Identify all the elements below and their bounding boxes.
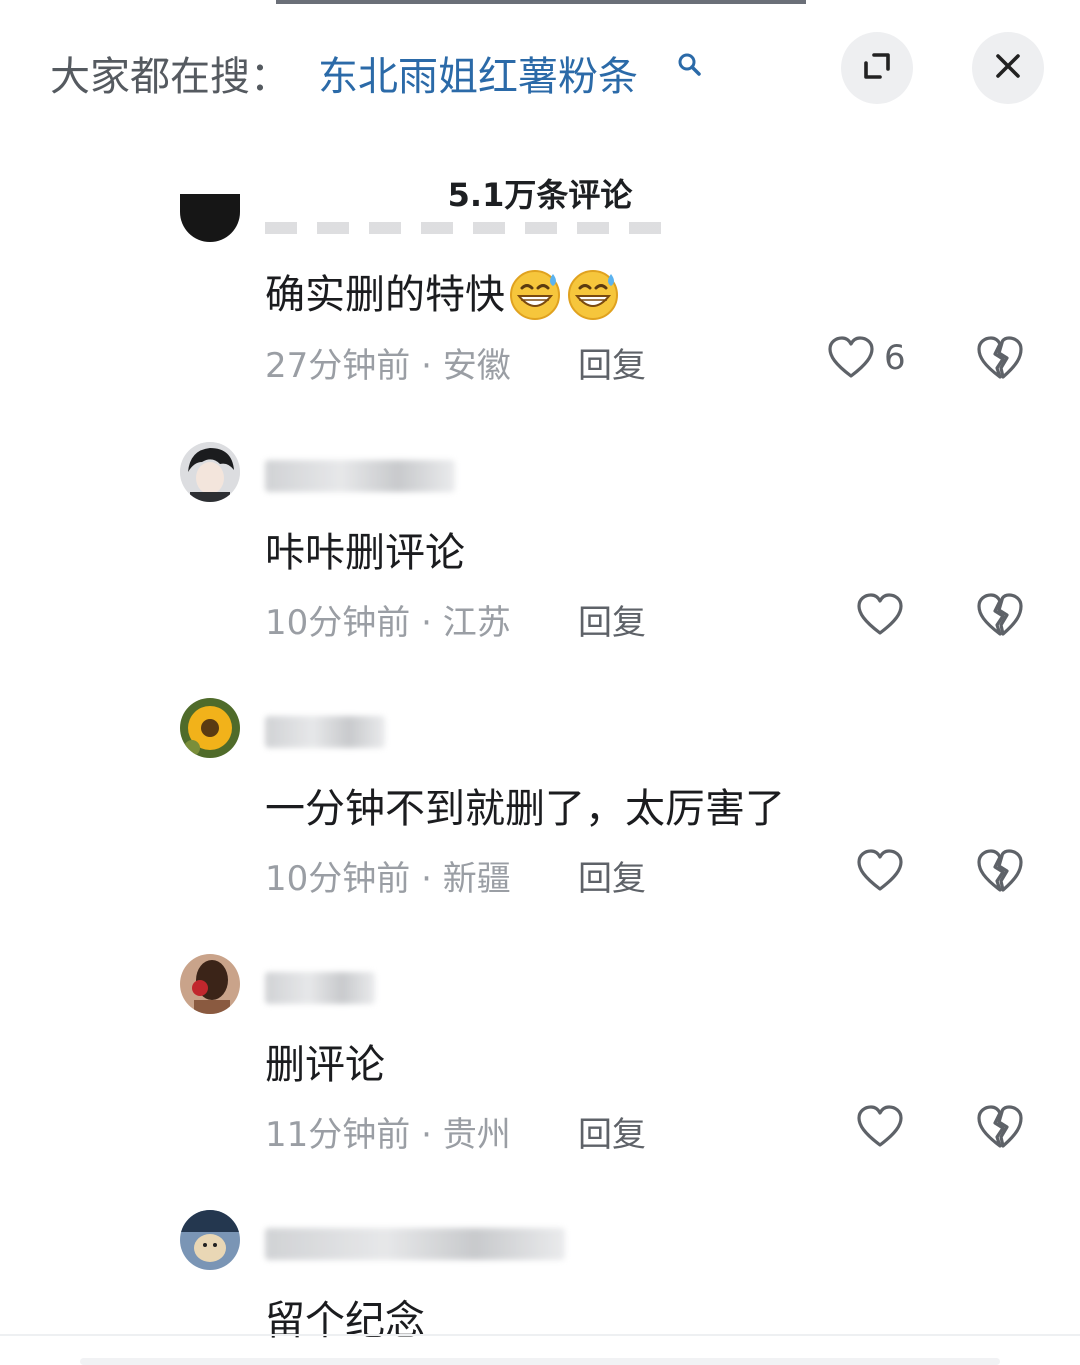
comment-time: 10分钟前 bbox=[265, 859, 411, 899]
reply-button[interactable]: 回复 bbox=[578, 338, 646, 387]
expand-button[interactable] bbox=[841, 32, 913, 104]
comment-location: 江苏 bbox=[442, 603, 511, 643]
avatar[interactable] bbox=[180, 194, 240, 242]
suggested-search-link[interactable]: 东北雨姐红薯粉条 bbox=[318, 44, 638, 102]
reply-button[interactable]: 回复 bbox=[578, 595, 646, 644]
username-redacted bbox=[265, 1228, 565, 1260]
close-icon bbox=[993, 51, 1023, 85]
like-count: 6 bbox=[884, 338, 906, 378]
close-button[interactable] bbox=[972, 32, 1044, 104]
broken-heart-icon[interactable] bbox=[976, 335, 1024, 381]
heart-icon[interactable] bbox=[856, 1105, 904, 1149]
broken-heart-icon[interactable] bbox=[976, 1104, 1024, 1150]
reply-button[interactable]: 回复 bbox=[578, 851, 646, 900]
comment-location: 新疆 bbox=[442, 859, 511, 899]
comment-time: 10分钟前 bbox=[265, 603, 411, 643]
comment-content: 确实删的特快 bbox=[265, 262, 621, 322]
broken-heart-icon[interactable] bbox=[976, 848, 1024, 894]
username-redacted bbox=[265, 460, 455, 492]
comment-location: 安徽 bbox=[442, 346, 511, 386]
comment-text: 确实删的特快 bbox=[265, 272, 505, 318]
comment-time: 11分钟前 bbox=[265, 1115, 411, 1155]
broken-heart-icon[interactable] bbox=[976, 592, 1024, 638]
comment-meta: 10分钟前 · 江苏 bbox=[265, 603, 511, 643]
comment-time: 27分钟前 bbox=[265, 346, 411, 386]
heart-icon[interactable] bbox=[856, 849, 904, 893]
avatar[interactable] bbox=[180, 954, 240, 1014]
username-redacted bbox=[265, 222, 665, 234]
comment-meta: 27分钟前 · 安徽 bbox=[265, 346, 511, 386]
username-redacted bbox=[265, 716, 385, 748]
reply-button[interactable]: 回复 bbox=[578, 1107, 646, 1156]
comment-meta: 10分钟前 · 新疆 bbox=[265, 859, 511, 899]
expand-icon bbox=[860, 49, 894, 87]
grinning-sweat-emoji bbox=[510, 270, 560, 320]
comment-input-bar[interactable] bbox=[80, 1358, 1000, 1365]
heart-icon[interactable] bbox=[856, 593, 904, 637]
comments-header: 大家都在搜： 东北雨姐红薯粉条 bbox=[0, 4, 1080, 124]
username-redacted bbox=[265, 972, 375, 1004]
avatar[interactable] bbox=[180, 442, 240, 502]
search-icon[interactable] bbox=[677, 52, 703, 78]
heart-icon[interactable] bbox=[827, 336, 875, 380]
comment-content: 一分钟不到就删了，太厉害了 bbox=[265, 786, 785, 832]
comment-location: 贵州 bbox=[442, 1115, 511, 1155]
avatar[interactable] bbox=[180, 698, 240, 758]
comment-content: 删评论 bbox=[265, 1042, 385, 1088]
comment-meta: 11分钟前 · 贵州 bbox=[265, 1115, 511, 1155]
grinning-sweat-emoji bbox=[568, 270, 618, 320]
comments-count-title: 5.1万条评论 bbox=[447, 176, 633, 214]
search-prefix-label: 大家都在搜： bbox=[50, 54, 290, 100]
avatar[interactable] bbox=[180, 1210, 240, 1270]
comment-content: 留个纪念 bbox=[265, 1298, 425, 1344]
comment-content: 咔咔删评论 bbox=[265, 530, 465, 576]
divider bbox=[0, 1334, 1080, 1336]
